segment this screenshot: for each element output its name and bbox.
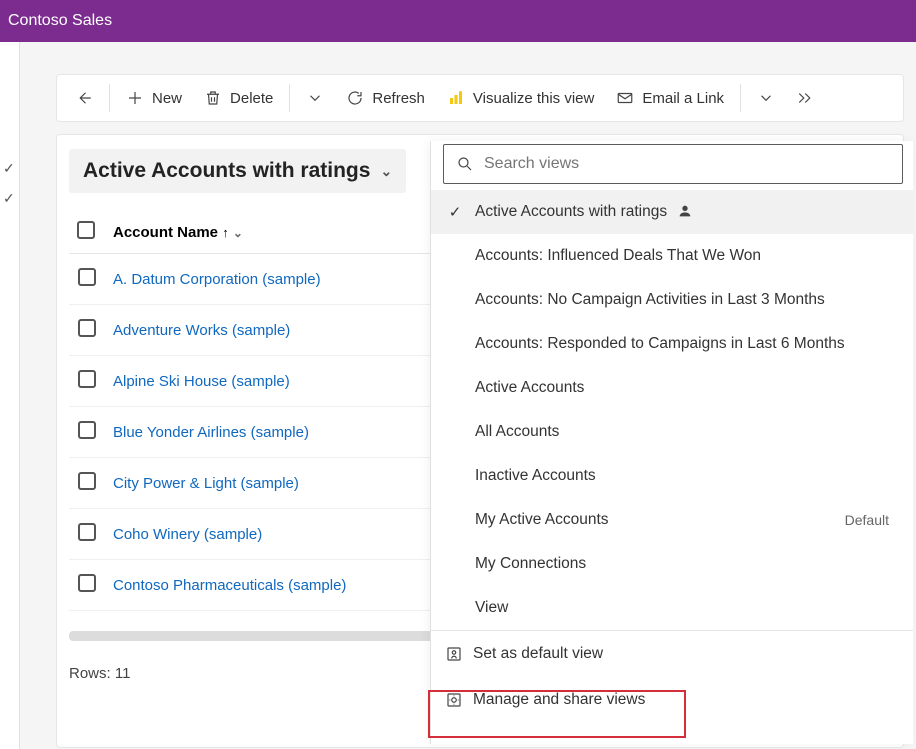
view-label: All Accounts [475, 423, 559, 441]
email-split-button[interactable] [751, 82, 781, 114]
email-label: Email a Link [642, 90, 724, 107]
app-bar: Contoso Sales [0, 0, 916, 42]
email-link-button[interactable]: Email a Link [610, 82, 730, 114]
view-option[interactable]: My Active Accounts Default [431, 498, 913, 542]
rail-check-icon: ✓ [3, 160, 15, 177]
horizontal-scrollbar[interactable] [69, 631, 439, 641]
view-list: ✓ Active Accounts with ratings Accounts:… [431, 190, 913, 630]
select-all-header[interactable] [69, 211, 105, 254]
powerbi-icon [447, 89, 465, 107]
settings-box-icon [445, 691, 463, 709]
delete-label: Delete [230, 90, 273, 107]
view-label: Inactive Accounts [475, 467, 596, 485]
view-option[interactable]: My Connections [431, 542, 913, 586]
search-icon [456, 155, 474, 173]
view-option[interactable]: Accounts: Responded to Campaigns in Last… [431, 322, 913, 366]
checkbox-icon[interactable] [78, 574, 96, 592]
view-option[interactable]: All Accounts [431, 410, 913, 454]
flow-icon [797, 89, 815, 107]
set-default-view-button[interactable]: Set as default view [431, 631, 913, 677]
default-badge: Default [845, 512, 899, 528]
trash-icon [204, 89, 222, 107]
view-option[interactable]: Inactive Accounts [431, 454, 913, 498]
arrow-left-icon [75, 89, 93, 107]
new-label: New [152, 90, 182, 107]
delete-split-button[interactable] [300, 82, 330, 114]
set-default-label: Set as default view [473, 645, 603, 663]
visualize-label: Visualize this view [473, 90, 594, 107]
view-option[interactable]: Accounts: Influenced Deals That We Won [431, 234, 913, 278]
popup-footer: Set as default view Manage and share vie… [431, 630, 913, 723]
flow-button[interactable] [791, 82, 821, 114]
checkbox-icon[interactable] [78, 370, 96, 388]
chevron-down-icon [757, 89, 775, 107]
checkbox-icon[interactable] [78, 472, 96, 490]
chevron-down-icon: ⌄ [380, 163, 392, 180]
view-option[interactable]: View [431, 586, 913, 630]
chevron-down-icon [306, 89, 324, 107]
refresh-label: Refresh [372, 90, 425, 107]
view-label: View [475, 599, 508, 617]
back-button[interactable] [69, 82, 99, 114]
view-label: My Active Accounts [475, 511, 609, 529]
chevron-down-icon: ⌄ [233, 226, 243, 240]
new-button[interactable]: New [120, 82, 188, 114]
checkbox-icon [77, 221, 95, 239]
separator [109, 84, 110, 112]
view-option[interactable]: Accounts: No Campaign Activities in Last… [431, 278, 913, 322]
left-rail: ✓ ✓ [0, 42, 20, 749]
view-label: Active Accounts [475, 379, 584, 397]
visualize-button[interactable]: Visualize this view [441, 82, 600, 114]
checkbox-icon[interactable] [78, 268, 96, 286]
view-label: Accounts: Responded to Campaigns in Last… [475, 335, 845, 353]
view-selector[interactable]: Active Accounts with ratings ⌄ [69, 149, 406, 193]
column-label: Account Name [113, 224, 218, 241]
delete-button[interactable]: Delete [198, 82, 279, 114]
sort-asc-icon: ↑ [222, 225, 229, 240]
view-label: Accounts: Influenced Deals That We Won [475, 247, 761, 265]
plus-icon [126, 89, 144, 107]
rail-check-icon: ✓ [3, 190, 15, 207]
app-title: Contoso Sales [8, 12, 112, 30]
view-label: Accounts: No Campaign Activities in Last… [475, 291, 825, 309]
view-option[interactable]: ✓ Active Accounts with ratings [431, 190, 913, 234]
checkbox-icon[interactable] [78, 421, 96, 439]
view-name: Active Accounts with ratings [83, 159, 370, 183]
views-popup: ✓ Active Accounts with ratings Accounts:… [430, 141, 913, 744]
pin-icon [445, 645, 463, 663]
search-views-container[interactable] [443, 144, 903, 184]
refresh-icon [346, 89, 364, 107]
separator [740, 84, 741, 112]
mail-icon [616, 89, 634, 107]
separator [289, 84, 290, 112]
refresh-button[interactable]: Refresh [340, 82, 431, 114]
view-label: Active Accounts with ratings [475, 203, 667, 221]
view-option[interactable]: Active Accounts [431, 366, 913, 410]
manage-share-label: Manage and share views [473, 691, 645, 709]
checkbox-icon[interactable] [78, 319, 96, 337]
command-bar: New Delete Refresh Visualize this view E… [56, 74, 904, 122]
manage-share-views-button[interactable]: Manage and share views [431, 677, 913, 723]
view-label: My Connections [475, 555, 586, 573]
person-icon [677, 203, 693, 222]
check-icon: ✓ [445, 203, 465, 221]
search-views-input[interactable] [484, 155, 890, 173]
checkbox-icon[interactable] [78, 523, 96, 541]
